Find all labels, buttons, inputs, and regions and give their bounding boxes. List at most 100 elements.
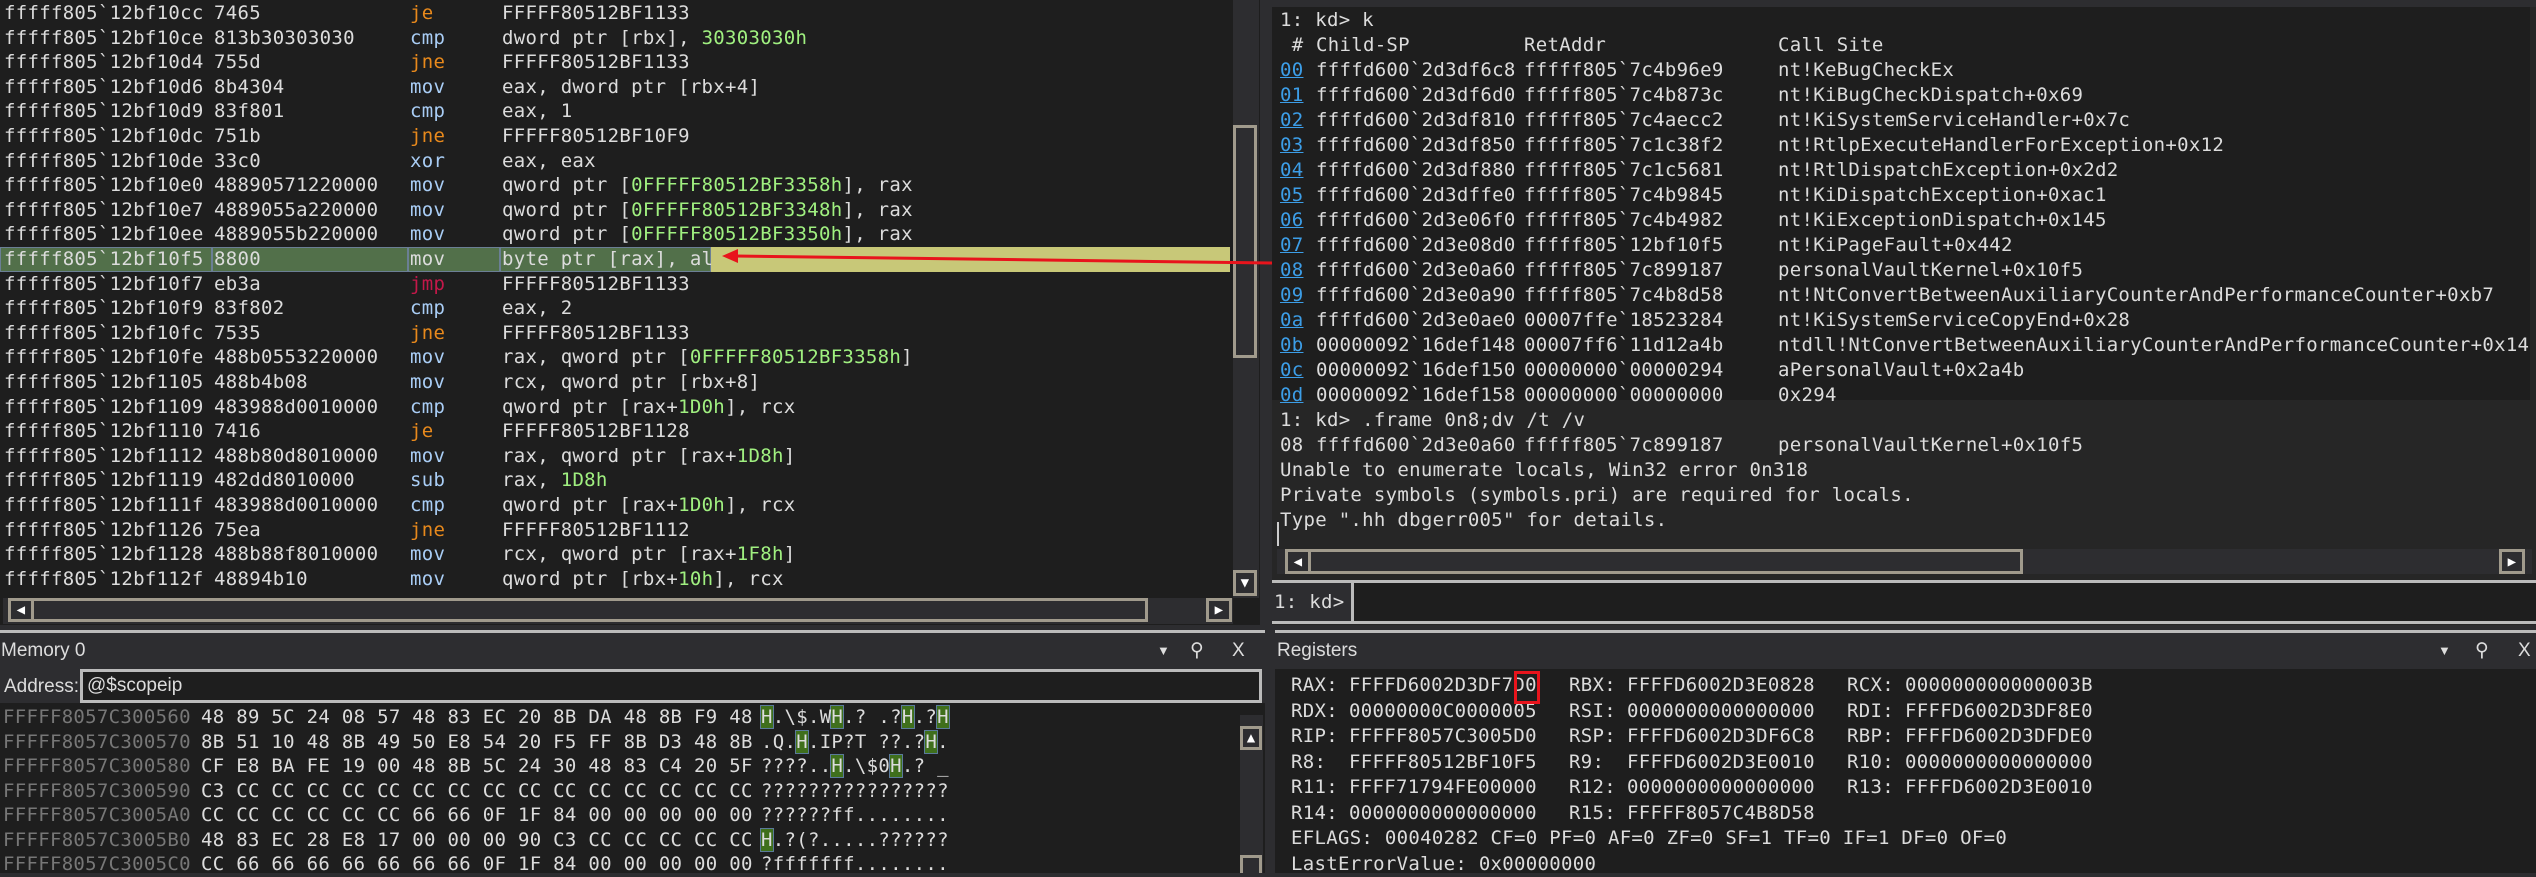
scrollbar-thumb[interactable] [1240, 855, 1262, 873]
operand-part: FFFFF80512BF1133 [502, 2, 690, 24]
register-value[interactable]: FFFFD6002D3DFDE0 [1905, 724, 2093, 750]
disassembly-row[interactable]: fffff805`12bf112675eajneFFFFF80512BF1112 [0, 518, 1230, 543]
address-input[interactable] [80, 669, 1262, 703]
register-value[interactable]: FFFFD6002D3DF6C8 [1627, 724, 1815, 750]
close-icon[interactable]: X [1232, 633, 1245, 669]
command-input[interactable] [1358, 585, 2528, 619]
disassembly-row[interactable]: fffff805`12bf10de33c0xoreax, eax [0, 149, 1230, 174]
current-instruction-row[interactable]: fffff805`12bf10f58800movbyte ptr [rax], … [0, 247, 1230, 272]
pin-icon[interactable]: ⚲ [2475, 633, 2489, 669]
disassembly-row[interactable]: fffff805`12bf112f48894b10movqword ptr [r… [0, 567, 1230, 592]
disassembly-row[interactable]: fffff805`12bf111f483988d0010000cmpqword … [0, 493, 1230, 518]
scroll-right-button[interactable]: ▶ [2499, 549, 2525, 574]
disassembly-row[interactable]: fffff805`12bf10fc7535jneFFFFF80512BF1133 [0, 321, 1230, 346]
operand-part: rcx, qword ptr [rax+ [502, 543, 737, 565]
instruction-address: fffff805`12bf111f [4, 493, 204, 518]
disassembly-row[interactable]: fffff805`12bf1112488b80d8010000movrax, q… [0, 444, 1230, 469]
operand-part: 1D8h [561, 469, 608, 491]
output-message: Private symbols (symbols.pri) are requir… [1280, 483, 2530, 508]
instruction-operands: FFFFF80512BF1133 [502, 321, 690, 346]
frame-number-link[interactable]: 0b [1280, 333, 1303, 358]
frame-number-link[interactable]: 06 [1280, 208, 1303, 233]
scrollbar-thumb[interactable] [8, 598, 1148, 622]
disassembly-row[interactable]: fffff805`12bf10f7eb3ajmpFFFFF80512BF1133 [0, 272, 1230, 297]
instruction-mnemonic: mov [410, 345, 445, 370]
disassembly-row[interactable]: fffff805`12bf10e74889055a220000movqword … [0, 198, 1230, 223]
disassembly-row[interactable]: fffff805`12bf1128488b88f8010000movrcx, q… [0, 542, 1230, 567]
frame-number-link[interactable]: 0c [1280, 358, 1303, 383]
disassembly-row[interactable]: fffff805`12bf10dc751bjneFFFFF80512BF10F9 [0, 124, 1230, 149]
register-value[interactable]: 0000000000000000 [1349, 801, 1537, 827]
disassembly-horizontal-scrollbar[interactable]: ◀ ▶ [3, 598, 1233, 624]
frame-number-link[interactable]: 02 [1280, 108, 1303, 133]
disassembly-row[interactable]: fffff805`12bf10fe488b0553220000movrax, q… [0, 345, 1230, 370]
frame-number-link[interactable]: 03 [1280, 133, 1303, 158]
memory-row: FFFFF8057C30056048 89 5C 24 08 57 48 83 … [3, 705, 1233, 730]
disassembly-row[interactable]: fffff805`12bf10ce813b30303030cmpdword pt… [0, 26, 1230, 51]
stack-ret: fffff805`7c4b9845 [1524, 183, 1724, 208]
address-bar: Address: [0, 669, 1265, 703]
scroll-left-button[interactable]: ◀ [8, 598, 34, 622]
dropdown-icon[interactable]: ▼ [2438, 633, 2451, 669]
disassembly-vertical-scrollbar[interactable]: ▼ [1233, 0, 1259, 598]
disassembly-row[interactable]: fffff805`12bf10e048890571220000movqword … [0, 173, 1230, 198]
disassembly-row[interactable]: fffff805`12bf1109483988d0010000cmpqword … [0, 395, 1230, 420]
scrollbar-thumb[interactable] [1285, 549, 2023, 574]
frame-number-link[interactable]: 0a [1280, 308, 1303, 333]
register-value[interactable]: FFFFF80512BF10F5 [1349, 750, 1537, 776]
register-value[interactable]: FFFFD6002D3DF7D0 [1349, 673, 1537, 699]
disassembly-row[interactable]: fffff805`12bf10ee4889055b220000movqword … [0, 222, 1230, 247]
last-error-line: LastErrorValue: 0x00000000 [1291, 852, 2491, 877]
disassembly-row[interactable]: fffff805`12bf10d4755djneFFFFF80512BF1133 [0, 50, 1230, 75]
frame-number-link[interactable]: 00 [1280, 58, 1303, 83]
scroll-left-button[interactable]: ◀ [1285, 549, 1311, 574]
scroll-right-button[interactable]: ▶ [1206, 598, 1232, 622]
stack-sp: ffffd600`2d3e08d0 [1316, 233, 1516, 258]
annotation-red-box [1514, 671, 1540, 704]
register-value[interactable]: FFFF71794FE00000 [1349, 775, 1537, 801]
register-value[interactable]: FFFFD6002D3E0010 [1627, 750, 1815, 776]
register-value[interactable]: FFFFD6002D3DF8E0 [1905, 699, 2093, 725]
instruction-mnemonic: cmp [410, 493, 445, 518]
disassembly-row[interactable]: fffff805`12bf10f983f802cmpeax, 2 [0, 296, 1230, 321]
disassembly-row[interactable]: fffff805`12bf10cc7465jeFFFFF80512BF1133 [0, 1, 1230, 26]
register-value[interactable]: 0000000000000000 [1627, 775, 1815, 801]
disassembly-row[interactable]: fffff805`12bf1119482dd8010000subrax, 1D8… [0, 468, 1230, 493]
memory-address: FFFFF8057C300560 [3, 705, 191, 730]
disassembly-row[interactable]: fffff805`12bf10d68b4304moveax, dword ptr… [0, 75, 1230, 100]
instruction-operands: FFFFF80512BF1133 [502, 50, 690, 75]
register-value[interactable]: FFFFF8057C3005D0 [1349, 724, 1537, 750]
register-value[interactable]: FFFFF8057C4B8D58 [1627, 801, 1815, 827]
register-value[interactable]: 0000000000000000 [1627, 699, 1815, 725]
frame-number-link[interactable]: 09 [1280, 283, 1303, 308]
memory-vertical-scrollbar[interactable]: ▲ [1240, 715, 1263, 873]
disassembly-row[interactable]: fffff805`12bf10d983f801cmpeax, 1 [0, 99, 1230, 124]
disassembly-row[interactable]: fffff805`12bf11107416jeFFFFF80512BF1128 [0, 419, 1230, 444]
scroll-up-button[interactable]: ▲ [1240, 726, 1262, 750]
disassembly-row[interactable]: fffff805`12bf1105488b4b08movrcx, qword p… [0, 370, 1230, 395]
frame-number-link[interactable]: 05 [1280, 183, 1303, 208]
frame-number-link[interactable]: 08 [1280, 258, 1303, 283]
command-horizontal-scrollbar[interactable]: ◀ ▶ [1277, 549, 2532, 574]
operand-part: rax, [502, 469, 561, 491]
register-name: RSP: [1569, 724, 1616, 750]
frame-number-link[interactable]: 01 [1280, 83, 1303, 108]
instruction-mnemonic: mov [410, 444, 445, 469]
stack-site: nt!RtlDispatchException+0x2d2 [1778, 158, 2118, 183]
instruction-mnemonic: mov [410, 567, 445, 592]
register-value[interactable]: FFFFD6002D3E0010 [1905, 775, 2093, 801]
frame-number-link[interactable]: 0d [1280, 383, 1303, 408]
frame-number-link[interactable]: 04 [1280, 158, 1303, 183]
register-value[interactable]: 0000000000000000 [1905, 750, 2093, 776]
register-value[interactable]: FFFFD6002D3E0828 [1627, 673, 1815, 699]
register-value[interactable]: 00000000C0000005 [1349, 699, 1537, 725]
dropdown-icon[interactable]: ▼ [1157, 633, 1170, 669]
operand-part: dword ptr [rbx], [502, 27, 702, 49]
scroll-down-button[interactable]: ▼ [1233, 570, 1257, 596]
close-icon[interactable]: X [2518, 633, 2531, 669]
scrollbar-thumb[interactable] [1233, 125, 1257, 358]
pin-icon[interactable]: ⚲ [1190, 633, 1204, 669]
frame-number-link[interactable]: 07 [1280, 233, 1303, 258]
register-value[interactable]: 000000000000003B [1905, 673, 2093, 699]
stack-frame-row: 09ffffd600`2d3e0a90fffff805`7c4b8d58nt!N… [1280, 283, 2530, 308]
